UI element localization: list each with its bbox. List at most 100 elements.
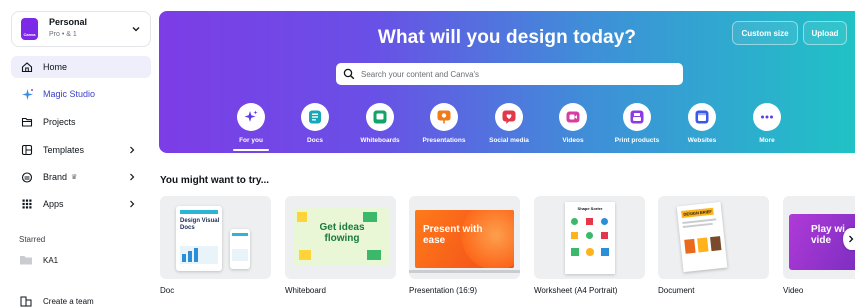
carousel-next-button[interactable] xyxy=(843,228,855,250)
chevron-right-icon xyxy=(130,200,135,208)
chevron-down-icon xyxy=(132,27,140,32)
nav-item-templates[interactable]: Templates xyxy=(11,139,151,161)
document-swatch xyxy=(697,237,709,253)
starred-item-ka1[interactable]: KA1 xyxy=(11,251,151,269)
team-plan: Pro • & 1 xyxy=(49,31,77,38)
suggestions-heading: You might want to try... xyxy=(160,175,270,186)
worksheet-shape xyxy=(571,248,579,256)
team-switcher[interactable]: Canva Personal Pro • & 1 xyxy=(11,11,151,47)
sidebar: Canva Personal Pro • & 1 Home Magic Stud… xyxy=(0,0,158,307)
card-label: Video xyxy=(783,286,804,295)
category-label: More xyxy=(759,137,775,144)
category-social-media[interactable]: Social media xyxy=(478,103,540,144)
card-label: Document xyxy=(658,286,695,295)
suggestion-card-worksheet[interactable]: Shape Sorter Worksheet (A4 Portrait) xyxy=(534,196,645,295)
suggestion-card-presentation[interactable]: Present with ease Presentation (16:9) xyxy=(409,196,520,295)
category-more[interactable]: More xyxy=(736,103,798,144)
whiteboard-canvas: Get ideas flowing xyxy=(293,208,389,266)
search-bar[interactable]: Search your content and Canva's xyxy=(336,63,683,85)
chevron-right-icon xyxy=(130,173,135,181)
doc-mobile-bar xyxy=(232,233,248,236)
create-team-label: Create a team xyxy=(43,296,94,306)
document-page: DESIGN BRIEF xyxy=(676,201,728,273)
card-label: Whiteboard xyxy=(285,286,326,295)
category-videos[interactable]: Videos xyxy=(542,103,604,144)
sticky-note xyxy=(299,250,311,260)
custom-size-button[interactable]: Custom size xyxy=(732,21,798,45)
document-swatch xyxy=(710,236,722,252)
presentation-slide: Present with ease xyxy=(415,210,514,268)
nav-item-home[interactable]: Home xyxy=(11,56,151,78)
doc-bar xyxy=(182,254,186,262)
chevron-right-icon xyxy=(130,146,135,154)
sparkle-icon xyxy=(237,103,265,131)
document-line xyxy=(682,222,713,228)
starred-heading: Starred xyxy=(19,235,46,244)
home-icon xyxy=(20,60,34,74)
card-thumbnail: Design Visual Docs xyxy=(160,196,271,279)
document-swatch xyxy=(684,238,696,254)
website-icon xyxy=(688,103,716,131)
starred-item-label: KA1 xyxy=(43,255,59,265)
print-icon xyxy=(623,103,651,131)
nav-label-apps: Apps xyxy=(43,199,64,209)
suggestion-card-doc[interactable]: Design Visual Docs Doc xyxy=(160,196,271,295)
worksheet-shape xyxy=(586,248,594,256)
worksheet-shape xyxy=(601,232,608,239)
sticky-note xyxy=(367,250,381,260)
upload-button[interactable]: Upload xyxy=(803,21,847,45)
whiteboard-icon xyxy=(366,103,394,131)
team-logo: Canva xyxy=(21,18,38,40)
active-tab-indicator xyxy=(233,149,269,151)
nav-label-templates: Templates xyxy=(43,145,85,155)
category-websites[interactable]: Websites xyxy=(671,103,733,144)
card-label: Doc xyxy=(160,286,175,295)
brand-icon xyxy=(20,170,34,184)
nav-item-projects[interactable]: Projects xyxy=(11,111,151,133)
suggestion-card-whiteboard[interactable]: Get ideas flowing Whiteboard xyxy=(285,196,396,295)
hero-banner: What will you design today? Custom size … xyxy=(159,11,855,153)
hero-title-text: What will you design today? xyxy=(377,27,637,48)
category-print-products[interactable]: Print products xyxy=(606,103,668,144)
card-thumbnail: Shape Sorter xyxy=(534,196,645,279)
heart-icon xyxy=(495,103,523,131)
nav-label-magic-studio: Magic Studio xyxy=(43,89,96,99)
doc-mobile-preview xyxy=(230,229,250,269)
card-label: Presentation (16:9) xyxy=(409,286,478,295)
nav-item-magic-studio[interactable]: Magic Studio xyxy=(11,83,151,105)
category-label: Social media xyxy=(489,137,529,144)
team-logo-text: Canva xyxy=(23,32,36,37)
category-label: Docs xyxy=(307,137,323,144)
category-docs[interactable]: Docs xyxy=(284,103,346,144)
nav-item-brand[interactable]: Brand ♛ xyxy=(11,166,151,188)
category-label: Videos xyxy=(562,137,584,144)
card-thumbnail: Present with ease xyxy=(409,196,520,279)
doc-header-bar xyxy=(180,210,218,214)
nav-item-apps[interactable]: Apps xyxy=(11,193,151,215)
whiteboard-thumb-title: Get ideas flowing xyxy=(319,222,365,244)
folder-icon xyxy=(20,256,32,265)
category-for-you[interactable]: For you xyxy=(220,103,282,151)
chevron-right-icon xyxy=(849,235,854,243)
nav-label-home: Home xyxy=(43,62,68,72)
folder-icon xyxy=(20,115,34,129)
worksheet-shape xyxy=(586,232,593,239)
category-whiteboards[interactable]: Whiteboards xyxy=(349,103,411,144)
team-building-icon xyxy=(20,296,32,307)
document-thumb-title: DESIGN BRIEF xyxy=(681,207,715,218)
search-input[interactable]: Search your content and Canva's xyxy=(361,70,479,79)
sticky-note xyxy=(363,212,377,222)
sticky-note xyxy=(297,212,307,222)
category-presentations[interactable]: Presentations xyxy=(413,103,475,144)
presentation-thumb-title: Present with ease xyxy=(423,224,483,246)
more-icon xyxy=(753,103,781,131)
doc-page-preview: Design Visual Docs xyxy=(176,206,222,271)
suggestion-card-document[interactable]: DESIGN BRIEF Document xyxy=(658,196,769,295)
nav-label-projects: Projects xyxy=(43,117,76,127)
create-team-button[interactable]: Create a team xyxy=(11,293,151,307)
card-thumbnail: Get ideas flowing xyxy=(285,196,396,279)
category-label: Websites xyxy=(687,137,717,144)
apps-grid-icon xyxy=(20,197,34,211)
worksheet-thumb-title: Shape Sorter xyxy=(577,206,603,211)
category-label: Whiteboards xyxy=(360,137,400,144)
